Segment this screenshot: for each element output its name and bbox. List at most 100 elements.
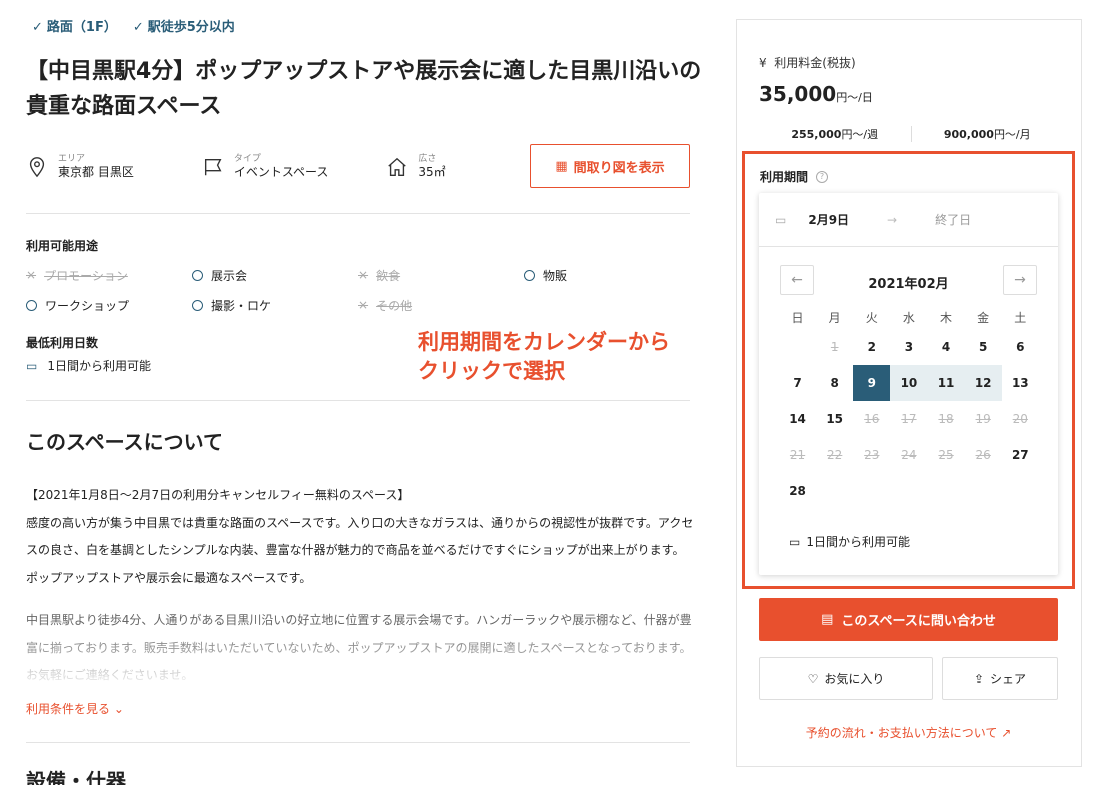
calendar-day[interactable]: 15 (816, 401, 853, 437)
min-days: ▭ 1日間から利用可能 (26, 358, 151, 374)
use-item: × 飲食 (358, 268, 401, 283)
calendar-day[interactable]: 28 (779, 473, 816, 509)
calendar-day: 19 (975, 412, 991, 426)
share-button[interactable]: ⇪ シェア (942, 657, 1058, 700)
calendar-day: 22 (827, 448, 843, 462)
flag-icon (204, 158, 222, 176)
calendar-day[interactable]: 7 (779, 365, 816, 401)
calendar-day[interactable]: 6 (1002, 329, 1039, 365)
calendar-day: 21 (789, 448, 806, 462)
circle-icon (524, 269, 535, 281)
calendar-week: 21 22 23 24 25 26 27 (779, 437, 1039, 473)
calendar-day[interactable]: 11 (927, 365, 965, 401)
meta-type: タイプ イベントスペース (202, 154, 328, 180)
equipment-title: 設備・什器 (26, 769, 126, 785)
calendar-day[interactable]: 9 (853, 365, 891, 401)
calendar-day[interactable]: 10 (890, 365, 928, 401)
divider (26, 400, 690, 401)
about-title: このスペースについて (26, 430, 223, 454)
weekday-header: 日 月 火 水 木 金 土 (791, 310, 1027, 325)
calendar-day[interactable]: 27 (1002, 437, 1039, 473)
calendar-day: 20 (1012, 412, 1028, 426)
calendar-empty-cell (779, 329, 816, 365)
calendar-day[interactable]: 13 (1002, 365, 1039, 401)
meta-size: 広さ 35㎡ (386, 154, 446, 180)
calendar-grid: 日 月 火 水 木 金 土 1 2 3 4 5 6 7 8 9 10 11 12 13 14 15 16 17 1… (779, 305, 1039, 509)
page-title: 【中目黒駅4分】ポップアップストアや展示会に適した目黒川沿いの貴重な路面スペース (26, 59, 702, 119)
uses-label: 利用可能用途 (26, 239, 99, 253)
check-icon: ✓ (132, 20, 144, 35)
use-item: 撮影・ロケ (192, 297, 358, 314)
use-item: ワークショップ (26, 297, 192, 314)
yen-icon: ¥ (759, 56, 767, 70)
calendar-empty-cell (816, 473, 853, 509)
feature-tag: ✓ 駅徒歩5分以内 (132, 20, 235, 35)
calendar-day: 17 (901, 412, 917, 426)
calendar-day[interactable]: 5 (965, 329, 1002, 365)
price-label: ¥ 利用料金(税抜) (759, 56, 856, 70)
calendar-day[interactable]: 8 (816, 365, 853, 401)
booking-flow-link[interactable]: 予約の流れ・お支払い方法について ↗ (759, 724, 1058, 741)
arrow-right-icon: → (1014, 272, 1026, 288)
heart-icon: ♡ (807, 671, 819, 686)
calendar-day[interactable]: 12 (964, 365, 1002, 401)
inquire-button[interactable]: ▤ このスペースに問い合わせ (759, 598, 1058, 641)
min-days-label: 最低利用日数 (26, 336, 99, 350)
document-icon: ▤ (821, 612, 834, 627)
calendar-day[interactable]: 4 (928, 329, 965, 365)
calendar-icon: ▭ (789, 534, 801, 549)
start-date[interactable]: 2月9日 (808, 211, 849, 228)
calendar-week: 7 8 9 10 11 12 13 (779, 365, 1039, 401)
chevron-down-icon: ⌄ (113, 702, 124, 716)
feature-tag: ✓ 路面（1F） (32, 20, 117, 35)
calendar-days: 1 2 3 4 5 6 7 8 9 10 11 12 13 14 15 16 17 18 19 20 21 22 23 24 2… (779, 329, 1039, 509)
monthly-price: 900,000円〜/月 (943, 128, 1031, 141)
house-icon (388, 157, 407, 176)
see-more-link[interactable]: 利用条件を見る ⌄ (26, 700, 124, 717)
calendar-empty-cell (928, 473, 965, 509)
calendar-week: 14 15 16 17 18 19 20 (779, 401, 1039, 437)
calendar-day: 24 (901, 448, 917, 462)
calendar-footer: ▭ 1日間から利用可能 (789, 534, 910, 550)
calendar-week: 28 (779, 473, 1039, 509)
location-pin-icon (29, 157, 45, 178)
uses-list: × プロモーション 展示会 × 飲食 物販 ワークショップ 撮影・ロケ × その他 (26, 260, 690, 320)
period-label: 利用期間 ? (760, 168, 829, 185)
calendar-empty-cell (1002, 473, 1039, 509)
floor-plan-button[interactable]: ▦ 間取り図を表示 (530, 144, 690, 188)
weekly-price: 255,000円〜/週 (759, 126, 912, 142)
circle-icon (192, 269, 203, 281)
date-picker: ▭ 2月9日 → 終了日 ← 2021年02月 → 日 月 火 水 木 金 土 … (759, 193, 1058, 575)
calendar-day[interactable]: 14 (779, 401, 816, 437)
use-item: 物販 (524, 267, 690, 284)
end-date[interactable]: 終了日 (935, 211, 971, 228)
next-month-button[interactable]: → (1003, 265, 1037, 295)
help-icon[interactable]: ? (816, 170, 829, 183)
arrow-right-icon: → (887, 212, 898, 227)
calendar-empty-cell (890, 473, 927, 509)
circle-icon (192, 299, 203, 311)
calendar-day: 23 (864, 448, 880, 462)
use-item: 展示会 (192, 267, 358, 284)
text-fade-overlay (0, 640, 720, 688)
calendar-day[interactable]: 3 (890, 329, 927, 365)
calendar-empty-cell (965, 473, 1002, 509)
cross-icon: × (26, 268, 37, 282)
share-icon: ⇪ (973, 671, 985, 686)
circle-icon (26, 299, 37, 311)
cross-icon: × (358, 268, 369, 282)
feature-tags: ✓ 路面（1F） ✓ 駅徒歩5分以内 (32, 16, 235, 35)
calendar-day: 1 (830, 340, 839, 354)
use-item: × その他 (358, 298, 413, 313)
check-icon: ✓ (32, 20, 43, 35)
use-item: × プロモーション (26, 268, 128, 283)
cross-icon: × (358, 298, 369, 312)
favorite-button[interactable]: ♡ お気に入り (759, 657, 933, 700)
calendar-day: 16 (864, 412, 880, 426)
calendar-day[interactable]: 2 (853, 329, 890, 365)
meta-area: エリア 東京都 目黒区 (26, 154, 134, 180)
annotation-callout: 利用期間をカレンダーから クリックで選択 (418, 330, 670, 383)
calendar-week: 123456 (779, 329, 1039, 365)
date-range-input[interactable]: ▭ 2月9日 → 終了日 (759, 193, 1058, 247)
calendar-day: 18 (938, 412, 954, 426)
